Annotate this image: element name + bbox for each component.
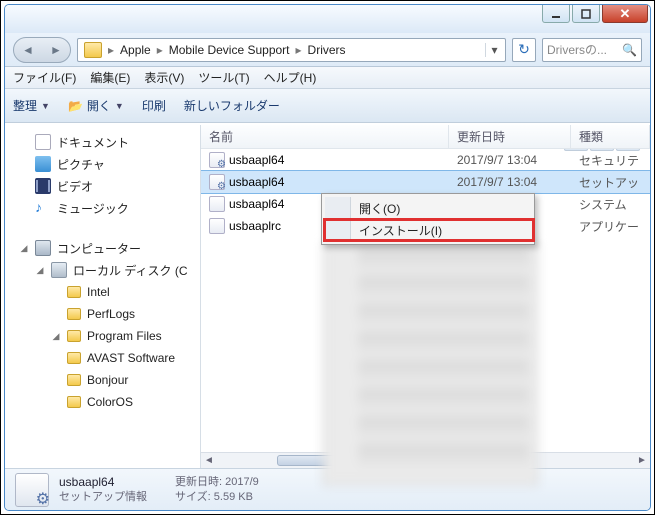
status-filetype: セットアップ情報	[59, 490, 147, 505]
scroll-right-button[interactable]: ►	[634, 453, 650, 468]
address-bar[interactable]: ▸ Apple ▸ Mobile Device Support ▸ Driver…	[77, 38, 506, 62]
close-button[interactable]: ✕	[602, 5, 648, 23]
col-name[interactable]: 名前	[201, 125, 449, 148]
blurred-menu-region	[323, 243, 538, 485]
scroll-left-button[interactable]: ◄	[201, 453, 217, 468]
file-type-icon	[15, 473, 49, 507]
folder-icon	[67, 330, 81, 342]
file-row-selected[interactable]: usbaapl64 2017/9/7 13:04 セットアッ	[201, 171, 650, 193]
column-header: 名前 更新日時 種類	[201, 125, 650, 149]
disk-icon	[51, 262, 67, 278]
folder-icon	[67, 374, 81, 386]
file-icon	[209, 196, 225, 212]
folder-icon	[67, 352, 81, 364]
col-date[interactable]: 更新日時	[449, 125, 571, 148]
new-folder-button[interactable]: 新しいフォルダー	[184, 97, 280, 114]
nav-folder-bonjour[interactable]: Bonjour	[5, 369, 200, 391]
ctx-open[interactable]: 開く(O)	[325, 197, 531, 219]
folder-icon	[67, 308, 81, 320]
toolbar: 整理▼ 📂開く▼ 印刷 新しいフォルダー	[5, 89, 650, 123]
file-icon	[209, 174, 225, 190]
nav-folder-coloros[interactable]: ColorOS	[5, 391, 200, 413]
nav-folder-perflogs[interactable]: PerfLogs	[5, 303, 200, 325]
menu-help[interactable]: ヘルプ(H)	[264, 69, 317, 86]
search-placeholder: Driversの...	[547, 41, 622, 58]
menu-file[interactable]: ファイル(F)	[13, 69, 76, 86]
breadcrumb-segment[interactable]: Apple	[116, 43, 155, 57]
breadcrumb-segment[interactable]: Mobile Device Support	[165, 43, 294, 57]
nav-folder-intel[interactable]: Intel	[5, 281, 200, 303]
picture-icon	[35, 156, 51, 172]
nav-local-disk[interactable]: ◢ローカル ディスク (C	[5, 259, 200, 281]
document-icon	[35, 134, 51, 150]
video-icon	[35, 178, 51, 194]
folder-icon	[67, 396, 81, 408]
file-row[interactable]: usbaapl64 2017/9/7 13:04 セキュリテ	[201, 149, 650, 171]
context-menu: 開く(O) インストール(I)	[321, 193, 535, 245]
col-type[interactable]: 種類	[571, 125, 650, 148]
breadcrumb-segment[interactable]: Drivers	[304, 43, 350, 57]
nav-folder-programfiles[interactable]: ◢Program Files	[5, 325, 200, 347]
music-icon: ♪	[35, 200, 51, 216]
folder-icon	[84, 42, 102, 58]
address-dropdown[interactable]: ▾	[485, 43, 503, 57]
navigation-pane: ドキュメント ピクチャ ビデオ ♪ミュージック ◢コンピューター ◢ローカル デ…	[5, 125, 201, 468]
nav-pictures[interactable]: ピクチャ	[5, 153, 200, 175]
ctx-install[interactable]: インストール(I)	[325, 219, 531, 241]
folder-icon	[67, 286, 81, 298]
menu-edit[interactable]: 編集(E)	[90, 69, 130, 86]
back-icon: ◄	[22, 43, 34, 57]
print-button[interactable]: 印刷	[142, 97, 166, 114]
nav-music[interactable]: ♪ミュージック	[5, 197, 200, 219]
maximize-button[interactable]	[572, 5, 600, 23]
nav-computer[interactable]: ◢コンピューター	[5, 237, 200, 259]
file-icon	[209, 152, 225, 168]
forward-icon: ►	[50, 43, 62, 57]
menu-view[interactable]: 表示(V)	[144, 69, 184, 86]
nav-back-forward[interactable]: ◄ ►	[13, 37, 71, 63]
nav-folder-avast[interactable]: AVAST Software	[5, 347, 200, 369]
menubar: ファイル(F) 編集(E) 表示(V) ツール(T) ヘルプ(H)	[5, 67, 650, 89]
organize-button[interactable]: 整理▼	[13, 97, 50, 114]
titlebar: ✕	[5, 5, 650, 33]
status-filename: usbaapl64	[59, 475, 147, 490]
search-icon: 🔍	[622, 43, 637, 57]
computer-icon	[35, 240, 51, 256]
nav-documents[interactable]: ドキュメント	[5, 131, 200, 153]
expand-icon: ◢	[51, 331, 61, 342]
open-button[interactable]: 📂開く▼	[68, 97, 124, 114]
nav-videos[interactable]: ビデオ	[5, 175, 200, 197]
menu-tools[interactable]: ツール(T)	[198, 69, 249, 86]
search-input[interactable]: Driversの... 🔍	[542, 38, 642, 62]
file-icon	[209, 218, 225, 234]
expand-icon: ◢	[35, 265, 45, 276]
expand-icon: ◢	[19, 243, 29, 254]
refresh-button[interactable]: ↻	[512, 38, 536, 62]
minimize-button[interactable]	[542, 5, 570, 23]
